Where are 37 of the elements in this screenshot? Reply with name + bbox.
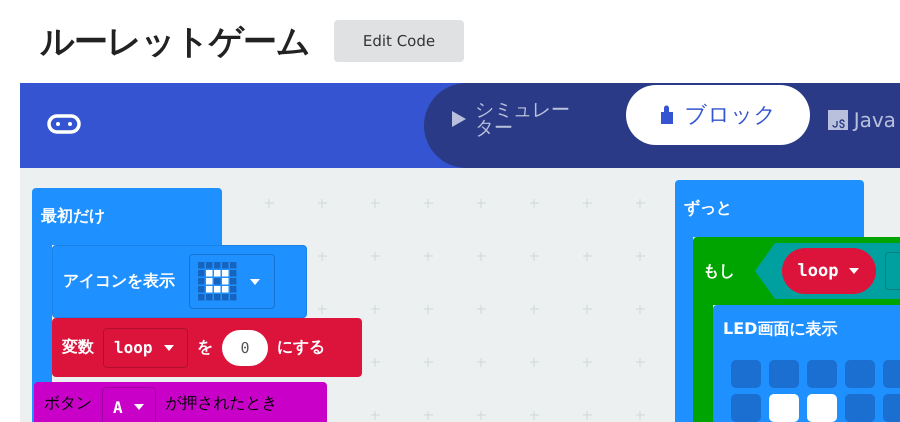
- block-label: アイコンを表示: [63, 271, 175, 292]
- led-cell[interactable]: [845, 360, 875, 388]
- led-cell[interactable]: [807, 394, 837, 422]
- simulator-tab[interactable]: シミュレーター: [451, 101, 576, 138]
- led-cell[interactable]: [731, 360, 761, 388]
- caret-icon: [162, 344, 175, 352]
- number-input[interactable]: 0: [222, 330, 268, 366]
- device-logo-icon[interactable]: [47, 114, 81, 134]
- caret-icon: [132, 403, 145, 411]
- caret-icon: [249, 278, 261, 286]
- block-label: ずっと: [684, 198, 732, 219]
- led-cell[interactable]: [845, 394, 875, 422]
- page-title: ルーレットゲーム: [40, 20, 310, 64]
- icon-dropdown[interactable]: [189, 254, 275, 309]
- block-label: が押されたとき: [166, 393, 278, 414]
- block-label: を: [197, 337, 213, 358]
- led-cell[interactable]: [769, 360, 799, 388]
- js-file-icon: [828, 110, 848, 130]
- led-cell[interactable]: [731, 394, 761, 422]
- edit-code-button[interactable]: Edit Code: [334, 20, 464, 62]
- block-label: 最初だけ: [41, 206, 105, 227]
- javascript-tab[interactable]: Java: [828, 108, 896, 132]
- button-dropdown[interactable]: A: [102, 387, 156, 422]
- play-icon: [451, 110, 467, 128]
- block-label: にする: [277, 337, 325, 358]
- led-cell[interactable]: [807, 360, 837, 388]
- block-label: ボタン: [44, 393, 92, 414]
- block-label: LED画面に表示: [723, 319, 838, 340]
- block-label: 変数: [62, 337, 94, 358]
- led-pattern-icon: [198, 262, 237, 301]
- block-label: もし: [703, 260, 735, 282]
- variable-dropdown[interactable]: loop: [103, 328, 188, 368]
- puzzle-piece-icon: [658, 105, 675, 125]
- blocks-tab[interactable]: ブロック: [626, 85, 810, 145]
- caret-icon: [848, 267, 860, 275]
- led-cell[interactable]: [769, 394, 799, 422]
- variable-dropdown[interactable]: loop: [782, 248, 876, 294]
